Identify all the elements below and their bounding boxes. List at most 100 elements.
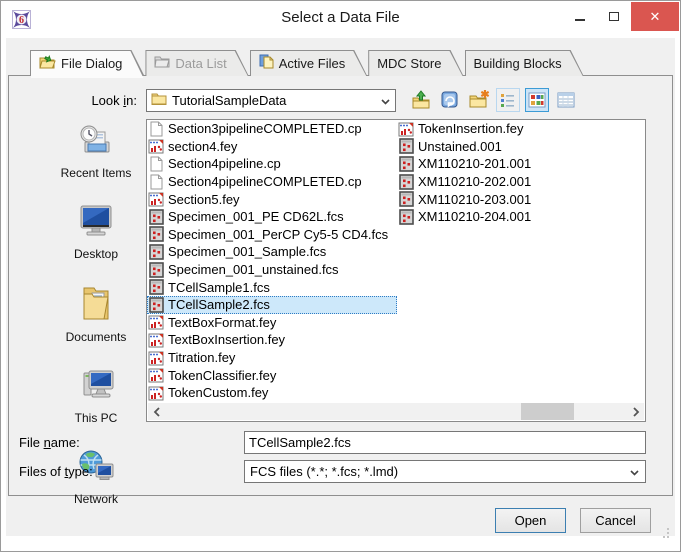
create-new-folder-button[interactable]: ✱: [467, 88, 491, 112]
tab-building-blocks[interactable]: Building Blocks: [465, 50, 584, 76]
file-item[interactable]: Section3pipelineCOMPLETED.cp: [147, 120, 397, 138]
file-name-input[interactable]: [244, 431, 646, 454]
open-folder-icon: [39, 55, 56, 72]
scroll-right-arrow[interactable]: [627, 403, 644, 420]
fcs-file-icon: [398, 191, 414, 207]
horizontal-scrollbar[interactable]: [148, 403, 644, 420]
file-item[interactable]: XM110210-201.001: [397, 155, 643, 173]
fcs-file-icon: [398, 138, 414, 154]
chevron-down-icon: [381, 93, 390, 108]
desktop-icon: [76, 203, 116, 244]
file-name-label: Titration.fey: [168, 350, 235, 365]
file-item[interactable]: Titration.fey: [147, 349, 397, 367]
fcs-file-icon: [148, 226, 164, 242]
file-name-label: XM110210-204.001: [418, 209, 531, 224]
file-name-label: Section4pipeline.cp: [168, 156, 281, 171]
fey-file-icon: [148, 138, 164, 154]
close-button[interactable]: ✕: [631, 2, 679, 31]
recent-items-icon: [77, 122, 115, 163]
fey-file-icon: [148, 385, 164, 401]
file-item[interactable]: XM110210-204.001: [397, 208, 643, 226]
cancel-button[interactable]: Cancel: [580, 508, 651, 533]
file-name-label: TokenCustom.fey: [168, 385, 268, 400]
tab-mdc-store[interactable]: MDC Store: [368, 50, 463, 76]
dialog-button-row: Open Cancel: [8, 504, 673, 536]
desktop-button[interactable]: [438, 88, 462, 112]
cp-file-icon: [148, 121, 164, 137]
fey-file-icon: [148, 332, 164, 348]
sidebar-item-documents[interactable]: Documents: [46, 284, 146, 344]
file-item[interactable]: TokenInsertion.fey: [397, 120, 643, 138]
fcs-file-icon: [148, 244, 164, 260]
tab-label: Active Files: [279, 56, 345, 71]
maximize-icon: [609, 12, 619, 21]
file-item[interactable]: Section5.fey: [147, 190, 397, 208]
select-data-file-dialog: 6 Select a Data File ✕ File Di: [0, 0, 681, 552]
fcs-file-icon: [398, 209, 414, 225]
folder-icon: [151, 92, 167, 108]
file-item[interactable]: XM110210-203.001: [397, 190, 643, 208]
cp-file-icon: [148, 174, 164, 190]
scroll-left-arrow[interactable]: [148, 403, 165, 420]
icons-view-button[interactable]: [525, 88, 549, 112]
sidebar-item-this-pc[interactable]: This PC: [46, 367, 146, 425]
close-icon: ✕: [650, 9, 661, 25]
file-item[interactable]: TokenCustom.fey: [147, 384, 397, 402]
file-dialog-panel: Look in: TutorialSampleData: [8, 75, 673, 496]
tab-data-list[interactable]: Data List: [145, 50, 248, 76]
file-item[interactable]: Specimen_001_PerCP Cy5-5 CD4.fcs: [147, 226, 397, 244]
tab-active-files[interactable]: Active Files: [250, 50, 367, 76]
open-button[interactable]: Open: [495, 508, 566, 533]
file-item[interactable]: TCellSample2.fcs: [147, 296, 397, 314]
file-item[interactable]: XM110210-202.001: [397, 173, 643, 191]
file-name-label: TCellSample1.fcs: [168, 280, 270, 295]
file-item[interactable]: TCellSample1.fcs: [147, 278, 397, 296]
tab-strip: File Dialog Data List: [30, 50, 675, 76]
fcs-file-icon: [148, 297, 164, 313]
file-list[interactable]: Section3pipelineCOMPLETED.cpsection4.fey…: [146, 119, 646, 422]
resize-grip[interactable]: [659, 526, 670, 544]
details-view-button[interactable]: [554, 88, 578, 112]
file-name-label: Section4pipelineCOMPLETED.cp: [168, 174, 362, 189]
horizontal-scrollbar-thumb[interactable]: [521, 403, 574, 420]
file-item[interactable]: TokenClassifier.fey: [147, 366, 397, 384]
fcs-file-icon: [398, 156, 414, 172]
file-item[interactable]: Specimen_001_PE CD62L.fcs: [147, 208, 397, 226]
file-item[interactable]: Specimen_001_unstained.fcs: [147, 261, 397, 279]
file-item[interactable]: Unstained.001: [397, 138, 643, 156]
list-view-button[interactable]: [496, 88, 520, 112]
dialog-client-area: File Dialog Data List: [6, 38, 675, 536]
fcs-file-icon: [148, 209, 164, 225]
up-one-level-button[interactable]: [409, 88, 433, 112]
file-item[interactable]: Specimen_001_Sample.fcs: [147, 243, 397, 261]
look-in-combobox[interactable]: TutorialSampleData: [146, 89, 396, 112]
tab-label: MDC Store: [377, 56, 441, 71]
folder-icon: [154, 55, 170, 71]
svg-text:✱: ✱: [480, 90, 489, 101]
file-item[interactable]: Section4pipeline.cp: [147, 155, 397, 173]
file-name-label: Specimen_001_Sample.fcs: [168, 244, 326, 259]
sidebar-item-label: This PC: [75, 411, 118, 425]
file-name-label: TokenInsertion.fey: [418, 121, 524, 136]
fey-file-icon: [148, 367, 164, 383]
file-item[interactable]: TextBoxFormat.fey: [147, 314, 397, 332]
file-item[interactable]: TextBoxInsertion.fey: [147, 331, 397, 349]
file-item[interactable]: section4.fey: [147, 138, 397, 156]
tab-label: File Dialog: [61, 56, 122, 71]
maximize-button[interactable]: [597, 2, 631, 31]
file-item[interactable]: Section4pipelineCOMPLETED.cp: [147, 173, 397, 191]
sidebar-item-recent-items[interactable]: Recent Items: [46, 122, 146, 180]
file-name-label: TokenClassifier.fey: [168, 368, 276, 383]
sidebar-item-label: Documents: [66, 330, 127, 344]
files-of-type-combobox[interactable]: FCS files (*.*; *.fcs; *.lmd): [244, 460, 646, 483]
tab-file-dialog[interactable]: File Dialog: [30, 50, 144, 76]
file-name-label: XM110210-202.001: [418, 174, 531, 189]
folder-toolbar: ✱: [409, 88, 578, 112]
sidebar-item-desktop[interactable]: Desktop: [46, 203, 146, 261]
tab-label: Building Blocks: [474, 56, 562, 71]
file-name-label: Specimen_001_PerCP Cy5-5 CD4.fcs: [168, 227, 388, 242]
minimize-button[interactable]: [563, 2, 597, 31]
fcs-file-icon: [148, 279, 164, 295]
fcs-file-icon: [148, 262, 164, 278]
file-name-label: File name:: [9, 435, 244, 450]
